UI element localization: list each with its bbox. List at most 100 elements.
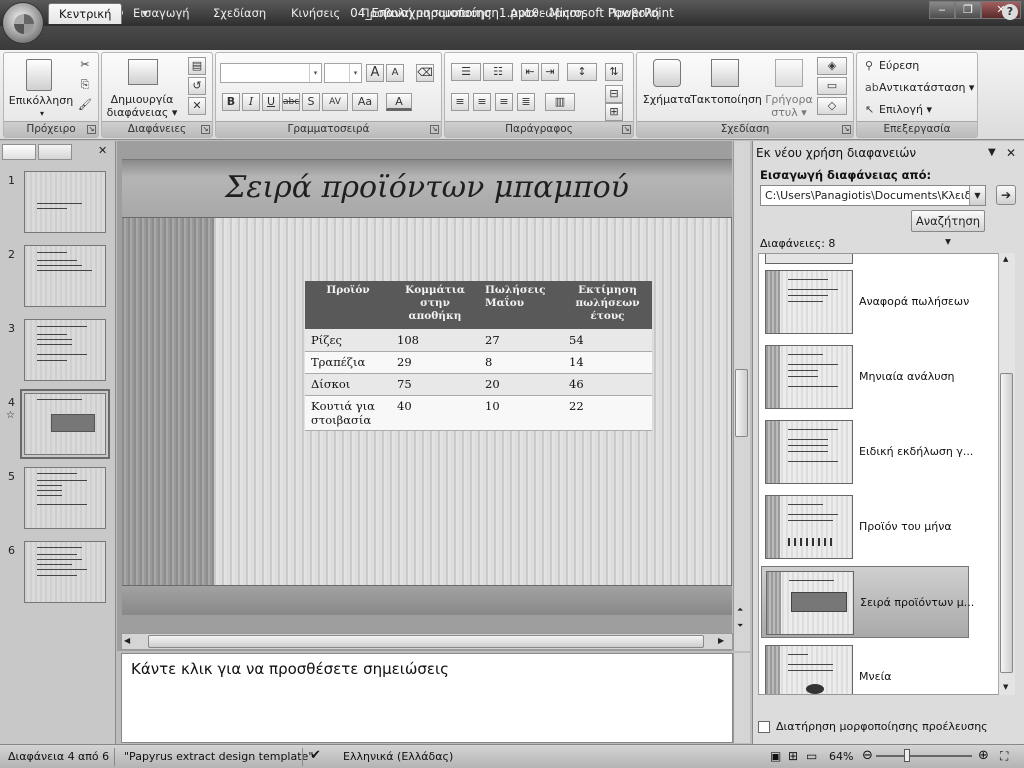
office-button[interactable] [2, 2, 44, 44]
minimize-button[interactable]: ‒ [929, 1, 955, 19]
normal-view-icon[interactable]: ▣ [770, 749, 781, 763]
text-direction-icon[interactable]: ⇅ [605, 63, 623, 81]
slideshow-view-icon[interactable]: ▭ [806, 749, 817, 763]
align-left-icon[interactable]: ≡ [451, 93, 469, 111]
next-slide-icon[interactable]: ⏷ [737, 621, 743, 631]
columns-icon[interactable]: ▥ [545, 93, 575, 111]
launcher-icon[interactable]: ↘ [201, 125, 210, 134]
format-painter-icon[interactable]: 🖌 [76, 97, 94, 115]
table-cell[interactable]: 14 [563, 351, 652, 374]
chevron-down-icon[interactable]: ▼ [969, 186, 985, 205]
shape-outline-icon[interactable]: ▭ [817, 77, 847, 95]
table-cell[interactable]: 22 [563, 395, 652, 431]
notes-placeholder[interactable]: Κάντε κλικ για να προσθέσετε σημειώσεις [131, 660, 449, 678]
paste-button[interactable]: Επικόλληση [6, 94, 76, 107]
list-item[interactable]: Ειδική εκδήλωση γ... [761, 416, 973, 488]
select-button[interactable]: ↖ Επιλογή ▾ [865, 101, 932, 119]
underline-button[interactable]: U [262, 93, 280, 111]
paste-dropdown-icon[interactable]: ▾ [32, 107, 52, 120]
reuse-list-scrollbar[interactable]: ▲ ▼ [998, 253, 1015, 695]
smartart-icon[interactable]: ⊞ [605, 103, 623, 121]
pane-options-icon[interactable]: ▼ [988, 147, 996, 158]
shapes-button[interactable]: Σχήματα [639, 93, 695, 106]
cut-icon[interactable]: ✂ [76, 57, 94, 75]
slide-thumbnail-3[interactable] [24, 319, 106, 381]
source-path-input[interactable]: C:\Users\Panagiotis\Documents\Κλειδάριά ▼ [760, 185, 986, 206]
scroll-up-icon[interactable]: ▲ [1003, 255, 1008, 263]
previous-slide-icon[interactable]: ⏶ [737, 605, 743, 615]
replace-button[interactable]: abΑντικατάσταση ▾ [865, 79, 974, 97]
font-size-combo[interactable]: ▾ [324, 63, 362, 83]
slides-tab[interactable] [2, 144, 36, 160]
zoom-level[interactable]: 64% [829, 750, 853, 763]
char-spacing-button[interactable]: AV [322, 93, 348, 111]
reset-icon[interactable]: ↺ [188, 77, 206, 95]
tab-slideshow[interactable]: Προβολή παρουσίασης [351, 3, 502, 24]
tab-review[interactable]: Αναθεώρηση [500, 3, 594, 24]
quick-styles-button-line2[interactable]: στυλ ▾ [763, 106, 815, 119]
decrease-indent-icon[interactable]: ⇤ [521, 63, 539, 81]
slide-title[interactable]: Σειρά προϊόντων μπαμπού [122, 170, 732, 205]
line-spacing-icon[interactable]: ↕ [567, 63, 597, 81]
strikethrough-button[interactable]: abc [282, 93, 300, 111]
list-item[interactable]: Μνεία [761, 641, 969, 694]
table-cell[interactable]: 20 [479, 373, 563, 396]
partial-list-item[interactable] [765, 254, 853, 264]
language[interactable]: Ελληνικά (Ελλάδας) [343, 750, 453, 763]
table-cell[interactable]: 108 [391, 329, 479, 352]
fit-to-window-icon[interactable]: ⛶ [1000, 749, 1008, 764]
align-right-icon[interactable]: ≡ [495, 93, 513, 111]
tab-insert[interactable]: Εισαγωγή [123, 3, 200, 24]
shape-effects-icon[interactable]: ◇ [817, 97, 847, 115]
list-item[interactable]: Μηνιαία ανάλυση [761, 341, 969, 413]
scroll-left-icon[interactable]: ◀ [124, 636, 130, 645]
slide-horizontal-scrollbar[interactable]: ◀ ▶ [121, 633, 733, 650]
arrange-button[interactable]: Τακτοποίηση [689, 93, 763, 106]
close-pane-icon[interactable]: ✕ [1006, 146, 1016, 160]
new-slide-button-line1[interactable]: Δημιουργία [102, 93, 182, 106]
scrollbar-thumb[interactable] [735, 369, 748, 437]
table-cell[interactable]: Κουτιά για στοιβασία [305, 395, 391, 431]
change-case-button[interactable]: Aa [352, 93, 378, 111]
help-icon[interactable]: ? [1002, 4, 1018, 20]
table-cell[interactable]: Δίσκοι [305, 373, 391, 396]
launcher-icon[interactable]: ↘ [622, 125, 631, 134]
checkbox-box[interactable] [758, 721, 770, 733]
copy-icon[interactable]: ⎘ [76, 77, 94, 95]
font-name-combo[interactable]: ▾ [220, 63, 322, 83]
notes-scrollbar[interactable] [733, 653, 750, 743]
tab-animations[interactable]: Κινήσεις [281, 3, 350, 24]
table-cell[interactable]: 46 [563, 373, 652, 396]
scroll-right-icon[interactable]: ▶ [718, 636, 724, 645]
zoom-in-icon[interactable]: ⊕ [978, 748, 989, 763]
keep-formatting-checkbox[interactable]: Διατήρηση μορφοποίησης προέλευσης [758, 720, 988, 733]
table-cell[interactable]: 54 [563, 329, 652, 352]
slide-vertical-scrollbar[interactable]: ⏶ ⏷ [733, 141, 750, 651]
list-item[interactable]: Αναφορά πωλήσεων [761, 266, 969, 338]
table-cell[interactable]: 8 [479, 351, 563, 374]
shadow-button[interactable]: S [302, 93, 320, 111]
bullets-icon[interactable]: ☰ [451, 63, 481, 81]
shrink-font-button[interactable]: A [386, 64, 404, 82]
clear-format-icon[interactable]: ⌫ [416, 64, 434, 82]
slide-thumbnail-4[interactable] [20, 389, 110, 459]
close-panel-icon[interactable]: ✕ [98, 144, 107, 157]
delete-slide-icon[interactable]: ✕ [188, 97, 206, 115]
zoom-slider-thumb[interactable] [904, 749, 910, 762]
scrollbar-thumb[interactable] [1000, 373, 1013, 673]
list-item[interactable]: Προϊόν του μήνα [761, 491, 969, 563]
grow-font-button[interactable]: A [366, 64, 384, 82]
align-text-icon[interactable]: ⊟ [605, 85, 623, 103]
new-slide-button-line2[interactable]: διαφάνειας ▾ [102, 106, 182, 119]
numbering-icon[interactable]: ☷ [483, 63, 513, 81]
table-cell[interactable]: 10 [479, 395, 563, 431]
shape-fill-icon[interactable]: ◈ [817, 57, 847, 75]
tab-design[interactable]: Σχεδίαση [203, 3, 276, 24]
tab-home[interactable]: Κεντρική [48, 3, 123, 24]
layout-icon[interactable]: ▤ [188, 57, 206, 75]
align-center-icon[interactable]: ≡ [473, 93, 491, 111]
slide-thumbnail-6[interactable] [24, 541, 106, 603]
launcher-icon[interactable]: ↘ [430, 125, 439, 134]
spellcheck-icon[interactable]: ✔ [310, 748, 321, 763]
go-arrow-icon[interactable]: ➔ [996, 185, 1016, 205]
